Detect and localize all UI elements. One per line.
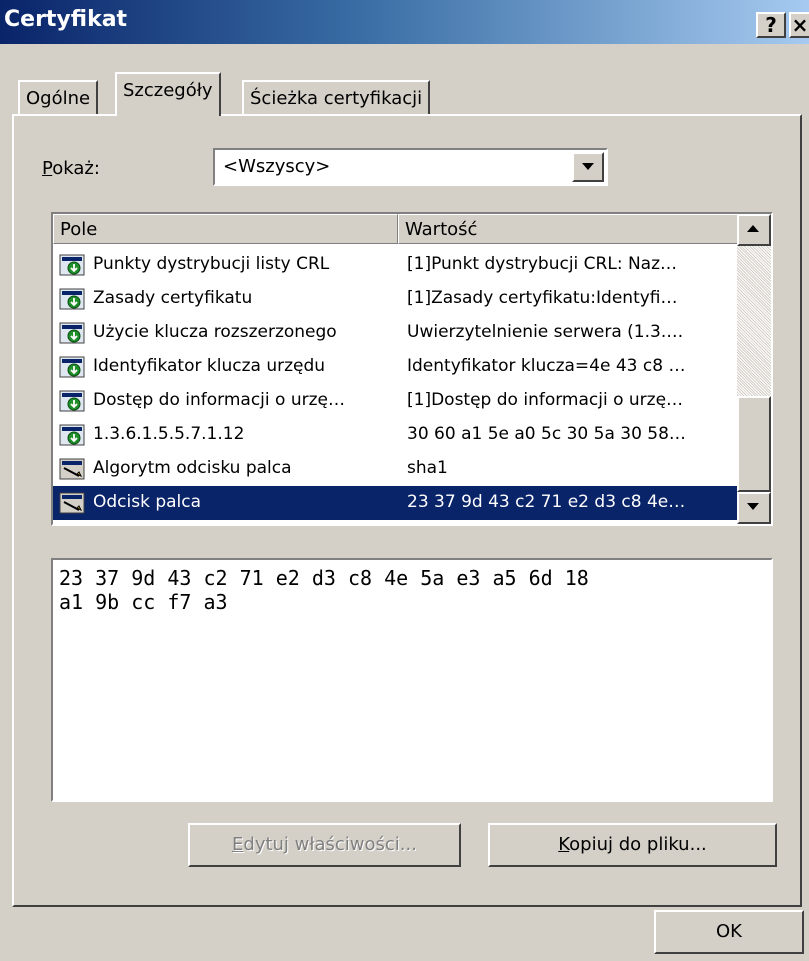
certificate-extension-icon [59,288,85,310]
detail-line-2: a1 9b cc f7 a3 [59,590,228,614]
property-icon [59,492,85,514]
ok-button[interactable]: OK [654,910,804,954]
list-row[interactable]: Identyfikator klucza urzędu Identyfikator… [53,350,739,384]
scroll-up-button[interactable] [737,214,771,246]
fields-list[interactable]: Pole Wartość Punkty dystrybucji listy CR… [51,212,773,526]
chevron-down-icon [582,163,594,170]
list-row[interactable]: Użycie klucza rozszerzonego Uwierzytelnie… [53,316,739,350]
window-title: Certyfikat [4,7,128,32]
list-row[interactable]: Zasady certyfikatu [1]Zasady certyfikatu:… [53,282,739,316]
row-value: sha1 [407,458,448,478]
title-bar[interactable]: Certyfikat ? × [0,0,809,44]
row-value: 30 60 a1 5e a0 5c 30 5a 30 58… [407,424,686,444]
certificate-extension-icon [59,424,85,446]
close-button[interactable]: × [789,12,809,38]
copy-to-file-button[interactable]: Kopiuj do pliku... [488,823,777,867]
show-label: Pokaż: [42,158,100,179]
tab-general[interactable]: Ogólne [18,80,99,116]
certificate-extension-icon [59,322,85,344]
row-field: Zasady certyfikatu [93,288,253,308]
list-row[interactable]: Dostęp do informacji o urzę… [1]Dostęp do… [53,384,739,418]
list-row[interactable]: Odcisk palca 23 37 9d 43 c2 71 e2 d3 c8 4… [53,486,739,520]
certificate-extension-icon [59,390,85,412]
list-row[interactable]: 1.3.6.1.5.5.7.1.12 30 60 a1 5e a0 5c 30 5… [53,418,739,452]
row-field: Punkty dystrybucji listy CRL [93,254,330,274]
chevron-down-icon [747,503,759,510]
row-field: Algorytm odcisku palca [93,458,292,478]
row-field: 1.3.6.1.5.5.7.1.12 [93,424,245,444]
row-value: Uwierzytelnienie serwera (1.3.… [407,322,684,342]
row-value: [1]Dostęp do informacji o urzę… [407,390,684,410]
certificate-extension-icon [59,356,85,378]
dropdown-button[interactable] [572,152,604,182]
row-value: [1]Zasady certyfikatu:Identyfi… [407,288,678,308]
scroll-thumb[interactable] [737,396,771,492]
show-combobox-value: <Wszyscy> [223,156,331,177]
row-value: [1]Punkt dystrybucji CRL: Naz… [407,254,678,274]
row-value: Identyfikator klucza=4e 43 c8 … [407,356,686,376]
row-field: Użycie klucza rozszerzonego [93,322,337,342]
tab-certification-path[interactable]: Ścieżka certyfikacji [242,80,431,116]
property-icon [59,458,85,480]
tab-details[interactable]: Szczegóły [115,72,221,116]
row-value: 23 37 9d 43 c2 71 e2 d3 c8 4e… [407,492,686,512]
edit-properties-button[interactable]: Edytuj właściwości... [188,823,461,867]
help-button[interactable]: ? [756,12,786,38]
vertical-scrollbar[interactable] [737,214,771,524]
chevron-up-icon [747,225,759,232]
column-header-field[interactable]: Pole [53,214,398,244]
detail-line-1: 23 37 9d 43 c2 71 e2 d3 c8 4e 5a e3 a5 6… [59,566,589,590]
row-field: Dostęp do informacji o urzę… [93,390,345,410]
show-combobox[interactable]: <Wszyscy> [213,148,608,186]
scroll-down-button[interactable] [737,492,771,524]
row-field: Odcisk palca [93,492,202,512]
column-header-value[interactable]: Wartość [398,214,739,244]
certificate-extension-icon [59,254,85,276]
field-value-textbox[interactable]: 23 37 9d 43 c2 71 e2 d3 c8 4e 5a e3 a5 6… [51,558,773,802]
row-field: Identyfikator klucza urzędu [93,356,326,376]
list-row[interactable]: Algorytm odcisku palca sha1 [53,452,739,486]
list-row[interactable]: Punkty dystrybucji listy CRL [1]Punkt dys… [53,248,739,282]
